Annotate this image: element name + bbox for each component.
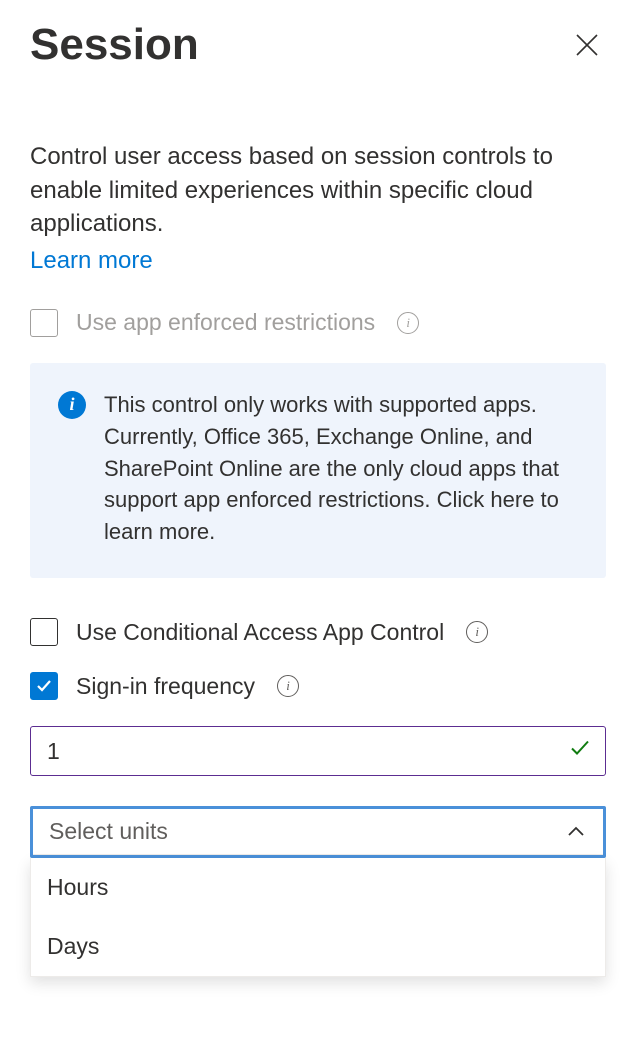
info-box-text: This control only works with supported a… — [104, 389, 578, 548]
description-text: Control user access based on session con… — [30, 140, 606, 241]
check-icon — [35, 677, 53, 695]
units-dropdown-list: Hours Days — [30, 858, 606, 977]
info-icon: i — [58, 391, 86, 419]
signin-frequency-checkbox[interactable] — [30, 672, 58, 700]
units-select-placeholder: Select units — [49, 818, 168, 845]
units-option-hours[interactable]: Hours — [31, 858, 605, 917]
conditional-access-row: Use Conditional Access App Control i — [30, 618, 606, 646]
app-enforced-checkbox — [30, 309, 58, 337]
info-icon[interactable]: i — [277, 675, 299, 697]
info-icon[interactable]: i — [397, 312, 419, 334]
learn-more-link[interactable]: Learn more — [30, 247, 153, 275]
close-icon — [574, 32, 600, 58]
units-option-days[interactable]: Days — [31, 917, 605, 976]
chevron-up-icon — [565, 821, 587, 843]
signin-frequency-row: Sign-in frequency i — [30, 672, 606, 700]
signin-frequency-label: Sign-in frequency — [76, 673, 255, 700]
page-title: Session — [30, 20, 199, 70]
units-select[interactable]: Select units — [30, 806, 606, 858]
frequency-number-input[interactable] — [30, 726, 606, 776]
close-button[interactable] — [568, 26, 606, 64]
info-icon[interactable]: i — [466, 621, 488, 643]
conditional-access-label: Use Conditional Access App Control — [76, 619, 444, 646]
conditional-access-checkbox[interactable] — [30, 618, 58, 646]
units-select-header[interactable]: Select units — [33, 809, 603, 855]
validation-check-icon — [568, 737, 592, 766]
app-enforced-label: Use app enforced restrictions — [76, 309, 375, 336]
info-box[interactable]: i This control only works with supported… — [30, 363, 606, 578]
app-enforced-row: Use app enforced restrictions i — [30, 309, 606, 337]
